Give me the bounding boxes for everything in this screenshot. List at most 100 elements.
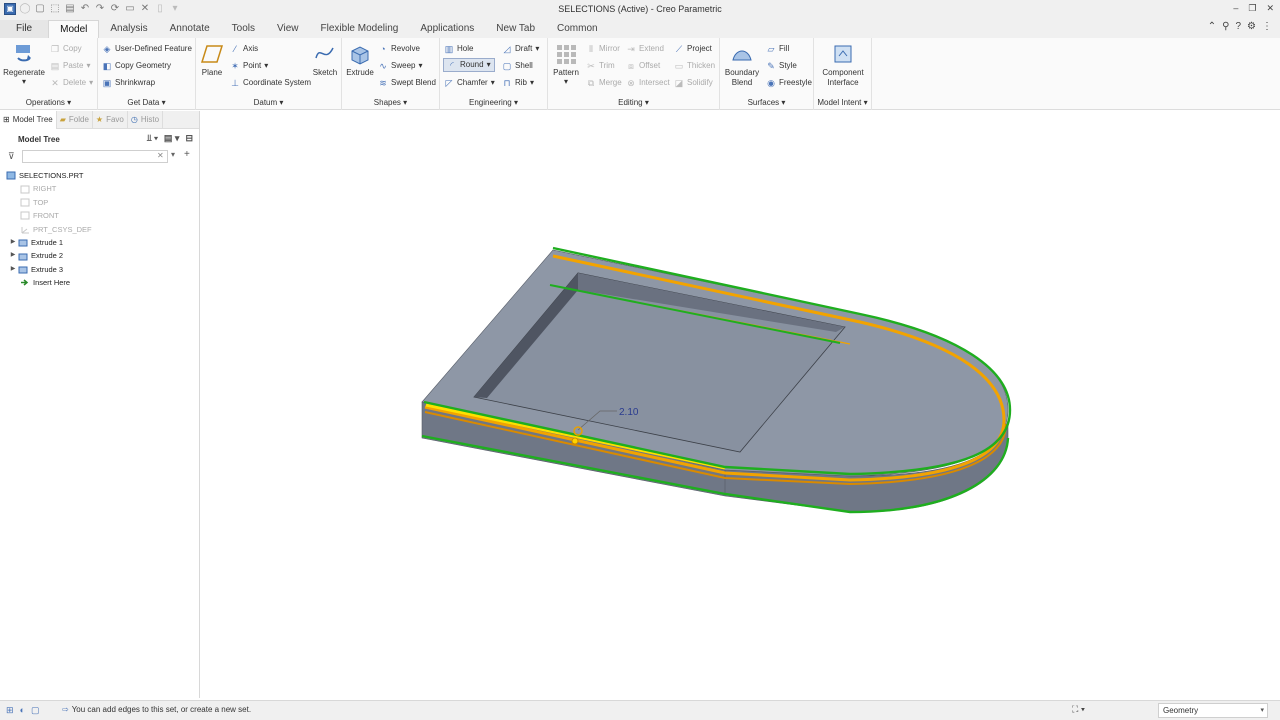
operations-group-label[interactable]: Operations ▾ <box>0 98 97 107</box>
solidify-button[interactable]: ◪ Solidify <box>674 76 713 90</box>
tree-item-insert-here[interactable]: Insert Here <box>0 276 200 289</box>
extend-button[interactable]: ⇥ Extend <box>626 42 664 56</box>
regenerate-button[interactable]: Regenerate ▾ <box>2 42 46 86</box>
shell-button[interactable]: ▢ Shell <box>502 59 533 73</box>
coordinate-system-button[interactable]: ⊥ Coordinate System <box>230 76 311 90</box>
settings-icon[interactable]: ⚙ <box>1247 21 1256 32</box>
project-button[interactable]: ⟋ Project <box>674 42 712 56</box>
shrinkwrap-button[interactable]: ▣ Shrinkwrap <box>102 76 155 90</box>
tab-common[interactable]: Common <box>546 20 609 38</box>
trim-button[interactable]: ✂ Trim <box>586 59 614 73</box>
navigator-toggle-icon[interactable]: ⊞ <box>6 705 14 716</box>
draft-button[interactable]: ◿ Draft ▾ <box>502 42 540 56</box>
tree-filters-icon[interactable]: ⫫ ▾ <box>147 133 158 144</box>
chamfer-button[interactable]: ◸ Chamfer ▾ <box>444 76 495 90</box>
tab-tools[interactable]: Tools <box>221 20 266 38</box>
expand-arrow-icon[interactable]: ▶ <box>8 249 18 262</box>
sketch-button[interactable]: Sketch <box>310 42 340 77</box>
tree-item-extrude-2[interactable]: ▶ Extrude 2 <box>0 249 200 262</box>
hole-button[interactable]: ▥ Hole <box>444 42 474 56</box>
radius-handle-icon[interactable] <box>571 437 579 445</box>
surfaces-group-label[interactable]: Surfaces ▾ <box>720 98 813 107</box>
smart-select-icon[interactable]: ⛶ ▾ <box>1072 704 1085 715</box>
graphics-window[interactable]: 2.10 <box>201 111 1280 698</box>
pattern-button[interactable]: Pattern ▾ <box>550 42 582 86</box>
fill-button[interactable]: ▱ Fill <box>766 42 790 56</box>
tree-item-root-part[interactable]: SELECTIONS.PRT <box>0 169 200 182</box>
tab-new-tab[interactable]: New Tab <box>485 20 546 38</box>
tree-item-csys[interactable]: PRT_CSYS_DEF <box>0 223 200 236</box>
close-button[interactable]: ✕ <box>1266 3 1274 14</box>
get-data-group-label[interactable]: Get Data ▾ <box>98 98 195 107</box>
tab-favorites[interactable]: ★ Favo <box>93 111 128 129</box>
plane-button[interactable]: Plane <box>198 42 226 77</box>
sweep-button[interactable]: ∿ Sweep ▾ <box>378 59 422 73</box>
axis-button[interactable]: ⁄ Axis <box>230 42 258 56</box>
model-viewport[interactable]: 2.10 <box>201 111 1280 698</box>
tree-settings-icon[interactable]: ▤ ▾ <box>164 133 180 144</box>
mirror-button[interactable]: ⫴ Mirror <box>586 42 620 56</box>
style-button[interactable]: ✎ Style <box>766 59 797 73</box>
restore-button[interactable]: ❐ <box>1248 3 1256 14</box>
revolve-button[interactable]: ◔ Revolve <box>378 42 420 56</box>
expand-arrow-icon[interactable]: ▶ <box>8 263 18 276</box>
browser-toggle-icon[interactable]: ◐ <box>20 705 25 716</box>
round-dimension-value[interactable]: 2.10 <box>619 407 639 418</box>
tree-item-extrude-3[interactable]: ▶ Extrude 3 <box>0 263 200 276</box>
extrude-button[interactable]: Extrude <box>344 42 376 77</box>
tree-item-right-plane[interactable]: RIGHT <box>0 182 200 195</box>
copy-button[interactable]: ❐ Copy <box>50 42 82 56</box>
merge-button[interactable]: ⧉ Merge <box>586 76 622 90</box>
add-filter-icon[interactable]: + <box>184 149 190 160</box>
component-interface-button[interactable]: Component Interface <box>818 42 868 88</box>
tab-analysis[interactable]: Analysis <box>99 20 158 38</box>
search-icon[interactable]: ⚲ <box>1222 21 1229 32</box>
window-controls: – ❐ ✕ <box>1233 3 1274 14</box>
editing-group-label[interactable]: Editing ▾ <box>548 98 719 107</box>
overflow-icon[interactable]: ⋮ <box>1262 21 1272 32</box>
search-options-icon[interactable]: ▾ <box>171 150 175 159</box>
minimize-button[interactable]: – <box>1233 3 1238 14</box>
tree-search: ⊽ ✕ ▾ + <box>0 149 199 165</box>
freestyle-button[interactable]: ◉ Freestyle <box>766 76 812 90</box>
tab-history[interactable]: ◷ Histo <box>128 111 164 129</box>
tree-item-extrude-1[interactable]: ▶ Extrude 1 <box>0 236 200 249</box>
tree-search-input[interactable] <box>22 150 168 163</box>
point-button[interactable]: ✶ Point ▾ <box>230 59 268 73</box>
paste-button[interactable]: ▤ Paste ▾ <box>50 59 91 73</box>
boundary-blend-button[interactable]: Boundary Blend <box>722 42 762 88</box>
status-bar: ⊞ ◐ ▢ ⇨ You can add edges to this set, o… <box>0 700 1280 720</box>
sketch-icon <box>313 42 337 66</box>
tree-item-top-plane[interactable]: TOP <box>0 196 200 209</box>
offset-button[interactable]: ⧈ Offset <box>626 59 660 73</box>
tree-item-front-plane[interactable]: FRONT <box>0 209 200 222</box>
round-button[interactable]: ◜ Round ▾ <box>443 58 495 72</box>
rib-button[interactable]: ⊓ Rib ▾ <box>502 76 534 90</box>
swept-blend-button[interactable]: ≋ Swept Blend <box>378 76 436 90</box>
tab-model-tree[interactable]: ⊞ Model Tree <box>0 111 57 129</box>
datum-group-label[interactable]: Datum ▾ <box>196 98 341 107</box>
delete-button[interactable]: ✕ Delete ▾ <box>50 76 93 90</box>
tab-model[interactable]: Model <box>48 20 100 38</box>
tab-view[interactable]: View <box>266 20 310 38</box>
tab-folder-browser[interactable]: ▰ Folde <box>57 111 93 129</box>
user-defined-feature-button[interactable]: ◈ User-Defined Feature <box>102 42 192 56</box>
model-intent-group-label[interactable]: Model Intent ▾ <box>814 98 871 107</box>
tab-file[interactable]: File <box>0 20 49 38</box>
collapse-ribbon-icon[interactable]: ⌃ <box>1208 21 1216 32</box>
copy-geometry-button[interactable]: ◧ Copy Geometry <box>102 59 171 73</box>
tab-annotate[interactable]: Annotate <box>159 20 221 38</box>
selection-filter-dropdown[interactable]: Geometry ▾ <box>1158 703 1268 718</box>
intersect-button[interactable]: ⊗ Intersect <box>626 76 669 90</box>
clear-search-icon[interactable]: ✕ <box>157 151 164 160</box>
tab-flexible-modeling[interactable]: Flexible Modeling <box>310 20 410 38</box>
engineering-group-label[interactable]: Engineering ▾ <box>440 98 547 107</box>
tree-columns-icon[interactable]: ⊟ <box>185 133 193 144</box>
expand-arrow-icon[interactable]: ▶ <box>8 236 18 249</box>
thicken-button[interactable]: ▭ Thicken <box>674 59 715 73</box>
help-icon[interactable]: ? <box>1235 21 1241 32</box>
fullscreen-icon[interactable]: ▢ <box>31 705 40 716</box>
tab-applications[interactable]: Applications <box>409 20 485 38</box>
shapes-group-label[interactable]: Shapes ▾ <box>342 98 439 107</box>
chamfer-icon: ◸ <box>445 78 453 88</box>
